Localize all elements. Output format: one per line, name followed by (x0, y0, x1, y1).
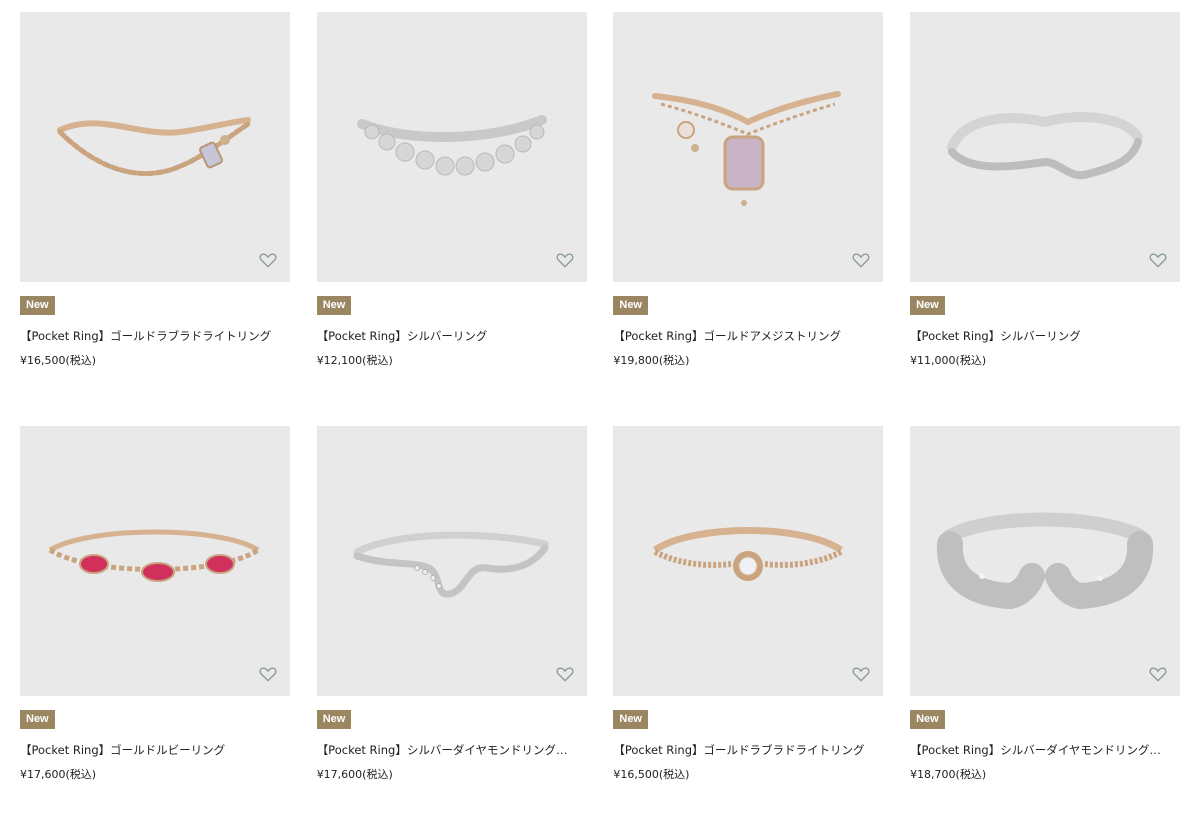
product-price: ¥11,000(税込) (910, 354, 987, 367)
new-badge: New (613, 710, 648, 729)
silver-wave-ring-image (947, 112, 1144, 180)
product-price: ¥17,600(税込) (316, 768, 393, 781)
heart-outline-icon[interactable] (258, 250, 278, 270)
heart-outline-icon[interactable] (1148, 250, 1168, 270)
product-card[interactable]: New 【Pocket Ring】シルバーリング ¥11,000(税込) (910, 12, 1181, 426)
product-name[interactable]: 【Pocket Ring】シルバーリング (910, 328, 1180, 344)
product-image[interactable] (910, 12, 1181, 282)
product-card[interactable]: New 【Pocket Ring】ゴールドルビーリング ¥17,600(税込) (20, 426, 290, 840)
product-image[interactable] (20, 426, 290, 696)
product-name[interactable]: 【Pocket Ring】ゴールドアメジストリング (613, 328, 883, 344)
new-badge: New (20, 296, 55, 315)
product-name[interactable]: 【Pocket Ring】シルバーダイヤモンドリング… (317, 742, 587, 758)
product-name[interactable]: 【Pocket Ring】シルバーダイヤモンドリング… (910, 742, 1180, 758)
gold-amethyst-ring-image (652, 91, 842, 206)
heart-outline-icon[interactable] (851, 664, 871, 684)
product-card[interactable]: New 【Pocket Ring】ゴールドラブラドライトリング ¥16,500(… (20, 12, 290, 426)
product-name[interactable]: 【Pocket Ring】ゴールドラブラドライトリング (20, 328, 290, 344)
product-image[interactable] (316, 12, 587, 282)
product-card[interactable]: New 【Pocket Ring】ゴールドラブラドライトリング ¥16,500(… (613, 426, 884, 840)
new-badge: New (910, 710, 945, 729)
product-price: ¥16,500(税込) (613, 768, 690, 781)
new-badge: New (910, 296, 945, 315)
product-name[interactable]: 【Pocket Ring】シルバーリング (317, 328, 587, 344)
heart-outline-icon[interactable] (555, 664, 575, 684)
heart-outline-icon[interactable] (851, 250, 871, 270)
product-card[interactable]: New 【Pocket Ring】ゴールドアメジストリング ¥19,800(税込… (613, 12, 884, 426)
silver-diamond-wave-ring-image (353, 531, 549, 598)
new-badge: New (316, 296, 352, 315)
product-name[interactable]: 【Pocket Ring】ゴールドルビーリング (20, 742, 290, 758)
gold-labradorite-ring-image (653, 527, 844, 581)
product-image[interactable] (20, 12, 290, 282)
product-card[interactable]: New 【Pocket Ring】シルバーリング ¥12,100(税込) (316, 12, 587, 426)
product-card[interactable]: New 【Pocket Ring】シルバーダイヤモンドリング… ¥17,600(… (316, 426, 587, 840)
product-image[interactable] (910, 426, 1181, 696)
heart-outline-icon[interactable] (258, 664, 278, 684)
silver-beaded-ring-image (356, 115, 547, 176)
product-image[interactable] (316, 426, 587, 696)
product-price: ¥16,500(税込) (20, 354, 97, 367)
product-price: ¥12,100(税込) (316, 354, 393, 367)
heart-outline-icon[interactable] (1148, 664, 1168, 684)
product-name[interactable]: 【Pocket Ring】ゴールドラブラドライトリング (613, 742, 883, 758)
product-price: ¥19,800(税込) (613, 354, 690, 367)
gold-ruby-ring-image (48, 529, 260, 582)
product-card[interactable]: New 【Pocket Ring】シルバーダイヤモンドリング… ¥18,700(… (910, 426, 1181, 840)
new-badge: New (20, 710, 55, 729)
product-price: ¥18,700(税込) (910, 768, 987, 781)
new-badge: New (316, 710, 352, 729)
heart-outline-icon[interactable] (555, 250, 575, 270)
product-image[interactable] (613, 12, 884, 282)
silver-open-cuff-ring-image (937, 512, 1154, 610)
product-image[interactable] (613, 426, 884, 696)
product-grid: New 【Pocket Ring】ゴールドラブラドライトリング ¥16,500(… (20, 12, 1181, 840)
new-badge: New (613, 296, 648, 315)
gold-wave-ring-image (57, 117, 251, 176)
product-price: ¥17,600(税込) (20, 768, 97, 781)
